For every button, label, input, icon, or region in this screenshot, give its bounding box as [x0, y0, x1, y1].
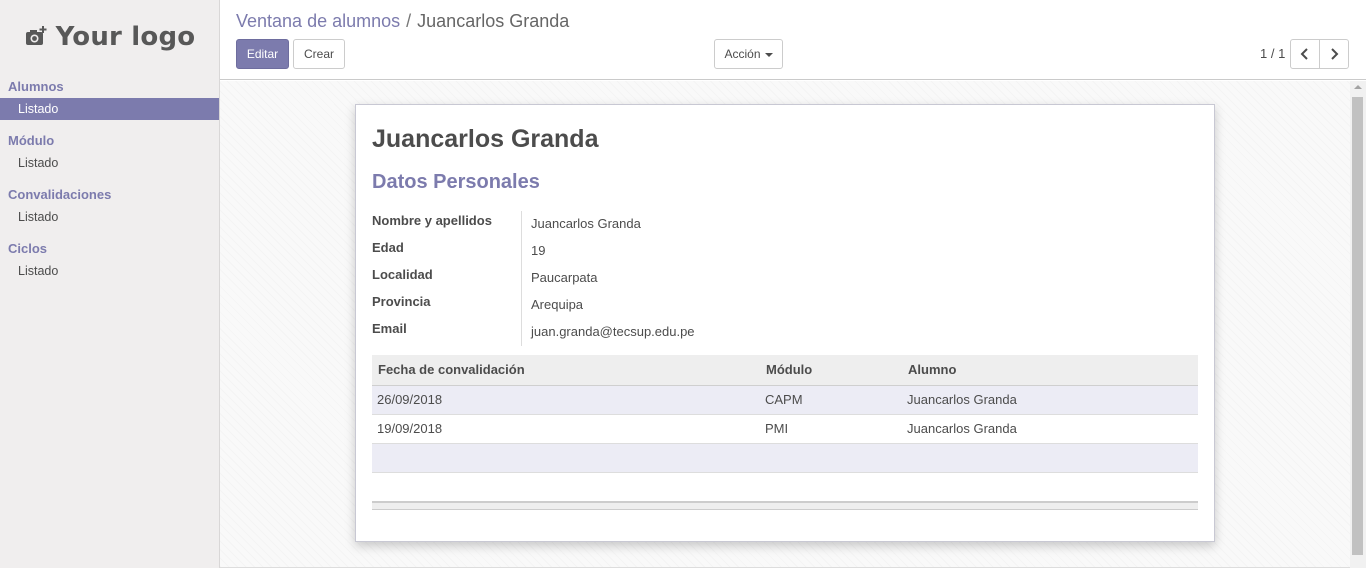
field-label: Email: [372, 319, 522, 346]
table-cell: Juancarlos Granda: [902, 385, 1198, 415]
chevron-right-icon: [1331, 48, 1339, 60]
menu-item-modulo-listado[interactable]: Listado: [0, 152, 219, 174]
menu-section-alumnos: Alumnos Listado: [0, 76, 219, 120]
form-view: Juancarlos Granda Datos Personales Nombr…: [220, 81, 1350, 568]
field-label: Nombre y apellidos: [372, 211, 522, 238]
field-value[interactable]: juan.granda@tecsup.edu.pe: [522, 319, 695, 346]
table-footer: [372, 501, 1198, 510]
table-cell: PMI: [760, 414, 902, 444]
section-title: Datos Personales: [372, 171, 540, 193]
field-row-name: Nombre y apellidos Juancarlos Granda: [372, 211, 695, 238]
field-row-email: Email juan.granda@tecsup.edu.pe: [372, 319, 695, 346]
menu-section-ciclos: Ciclos Listado: [0, 238, 219, 282]
column-header-date[interactable]: Fecha de convalidación: [372, 355, 760, 386]
table-cell: Juancarlos Granda: [902, 414, 1198, 444]
menu-header-ciclos: Ciclos: [8, 241, 48, 256]
column-header-student[interactable]: Alumno: [902, 355, 1198, 386]
edit-button[interactable]: Editar: [236, 39, 289, 69]
scrollbar-thumb[interactable]: [1352, 97, 1363, 555]
action-dropdown-label: Acción: [724, 47, 761, 61]
sidebar: Your logo Alumnos Listado Módulo Listado…: [0, 0, 220, 568]
field-label: Edad: [372, 238, 522, 265]
menu-item-convalidaciones-listado[interactable]: Listado: [0, 206, 219, 228]
menu-section-convalidaciones: Convalidaciones Listado: [0, 184, 219, 228]
pager-next-button[interactable]: [1319, 39, 1349, 69]
breadcrumb-current: Juancarlos Granda: [417, 11, 570, 31]
camera-icon: [24, 25, 48, 49]
field-value: 19: [531, 243, 546, 258]
table-empty-row: [372, 443, 1198, 473]
field-value: Juancarlos Granda: [531, 216, 641, 231]
field-row-locality: Localidad Paucarpata: [372, 265, 695, 292]
field-label: Localidad: [372, 265, 522, 292]
menu-header-alumnos: Alumnos: [8, 79, 64, 94]
caret-down-icon: [764, 52, 773, 57]
table-cell: 26/09/2018: [372, 385, 760, 415]
breadcrumb-parent-link[interactable]: Ventana de alumnos: [236, 11, 400, 31]
record-title: Juancarlos Granda: [372, 125, 599, 153]
menu-section-modulo: Módulo Listado: [0, 130, 219, 174]
pager-previous-button[interactable]: [1290, 39, 1320, 69]
personal-data-fields: Nombre y apellidos Juancarlos Granda Eda…: [372, 211, 695, 346]
chevron-left-icon: [1300, 48, 1308, 60]
vertical-scrollbar[interactable]: [1350, 81, 1366, 568]
control-panel: Ventana de alumnos / Juancarlos Granda Edi…: [220, 0, 1366, 80]
menu-item-ciclos-listado[interactable]: Listado: [0, 260, 219, 282]
action-dropdown-button[interactable]: Acción: [714, 39, 783, 69]
scroll-up-arrow-icon[interactable]: [1354, 85, 1362, 89]
breadcrumb: Ventana de alumnos / Juancarlos Granda: [236, 11, 569, 32]
menu-item-alumnos-listado[interactable]: Listado: [0, 98, 219, 120]
field-label: Provincia: [372, 292, 522, 319]
company-logo[interactable]: Your logo: [0, 0, 219, 74]
pager-value: 1 / 1: [1260, 46, 1286, 61]
field-row-age: Edad 19: [372, 238, 695, 265]
create-button[interactable]: Crear: [293, 39, 345, 69]
convalidations-table: Fecha de convalidación Módulo Alumno 26/…: [372, 355, 1198, 473]
breadcrumb-separator: /: [406, 11, 412, 31]
form-sheet: Juancarlos Granda Datos Personales Nombr…: [355, 104, 1215, 542]
logo-text: Your logo: [55, 22, 196, 52]
menu-header-convalidaciones: Convalidaciones: [8, 187, 112, 202]
table-cell: 19/09/2018: [372, 414, 760, 444]
field-row-province: Provincia Arequipa: [372, 292, 695, 319]
column-header-module[interactable]: Módulo: [760, 355, 902, 386]
field-value: Arequipa: [531, 297, 584, 312]
table-cell: CAPM: [760, 385, 902, 415]
table-row[interactable]: 19/09/2018 PMI Juancarlos Granda: [372, 414, 1198, 444]
field-value: Paucarpata: [531, 270, 598, 285]
table-header-row: Fecha de convalidación Módulo Alumno: [372, 355, 1198, 386]
table-row[interactable]: 26/09/2018 CAPM Juancarlos Granda: [372, 385, 1198, 415]
menu-header-modulo: Módulo: [8, 133, 55, 148]
